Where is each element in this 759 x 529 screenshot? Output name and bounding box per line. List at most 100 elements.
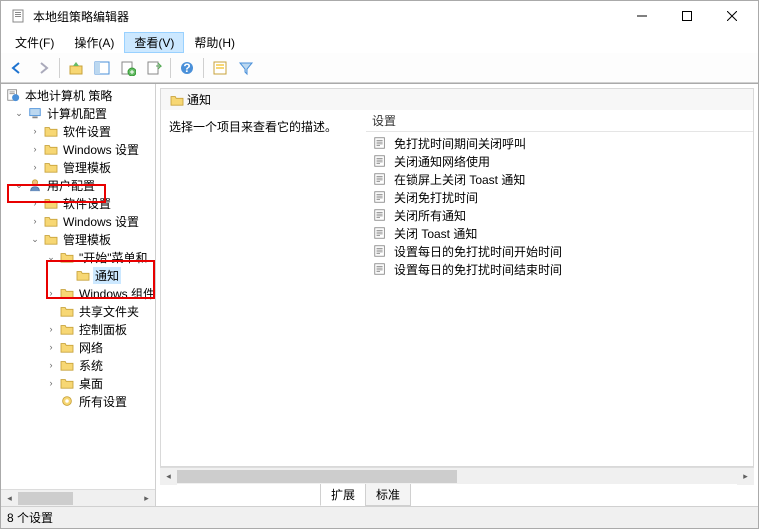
- list-item[interactable]: 免打扰时间期间关闭呼叫: [366, 134, 753, 152]
- tree-label: 软件设置: [61, 123, 113, 140]
- toolbar-separator: [59, 58, 60, 78]
- list-item-label: 免打扰时间期间关闭呼叫: [392, 135, 528, 152]
- options-button[interactable]: [208, 56, 232, 80]
- up-button[interactable]: [64, 56, 88, 80]
- list-item[interactable]: 关闭免打扰时间: [366, 188, 753, 206]
- tree-notifications[interactable]: 通知: [1, 266, 155, 284]
- list-item[interactable]: 关闭 Toast 通知: [366, 224, 753, 242]
- menu-file[interactable]: 文件(F): [5, 32, 64, 53]
- folder-icon: [59, 375, 75, 391]
- tree-control-panel[interactable]: › 控制面板: [1, 320, 155, 338]
- forward-button[interactable]: [31, 56, 55, 80]
- menu-action[interactable]: 操作(A): [64, 32, 124, 53]
- horizontal-scrollbar[interactable]: ◂ ▸: [160, 467, 754, 484]
- expand-icon[interactable]: ›: [29, 143, 41, 155]
- scroll-right-button[interactable]: ▸: [138, 490, 155, 506]
- list-body[interactable]: 免打扰时间期间关闭呼叫关闭通知网络使用在锁屏上关闭 Toast 通知关闭免打扰时…: [366, 132, 753, 466]
- list-item-label: 关闭通知网络使用: [392, 153, 492, 170]
- expand-icon[interactable]: ›: [29, 197, 41, 209]
- list-item-label: 关闭免打扰时间: [392, 189, 480, 206]
- tree-shared-folders[interactable]: 共享文件夹: [1, 302, 155, 320]
- policy-item-icon: [372, 225, 388, 241]
- tree-system[interactable]: › 系统: [1, 356, 155, 374]
- menu-help[interactable]: 帮助(H): [184, 32, 245, 53]
- scroll-thumb[interactable]: [177, 470, 457, 483]
- show-hide-tree-button[interactable]: [90, 56, 114, 80]
- scroll-left-button[interactable]: ◂: [160, 468, 177, 485]
- scroll-left-button[interactable]: ◂: [1, 490, 18, 506]
- tree-software-settings2[interactable]: › 软件设置: [1, 194, 155, 212]
- expand-icon[interactable]: ›: [45, 377, 57, 389]
- folder-icon: [59, 249, 75, 265]
- toolbar-separator: [170, 58, 171, 78]
- policy-root-icon: [5, 87, 21, 103]
- scroll-right-button[interactable]: ▸: [737, 468, 754, 485]
- export-button[interactable]: [142, 56, 166, 80]
- tree-label: 本地计算机 策略: [23, 87, 114, 104]
- policy-item-icon: [372, 207, 388, 223]
- expand-icon[interactable]: ›: [29, 125, 41, 137]
- tree-label: 桌面: [77, 375, 105, 392]
- menu-view[interactable]: 查看(V): [124, 32, 184, 53]
- tree-pane: 本地计算机 策略 ⌄ 计算机配置 › 软件设置 › Windows 设置 › 管…: [1, 84, 156, 506]
- tree-network[interactable]: › 网络: [1, 338, 155, 356]
- folder-icon: [43, 123, 59, 139]
- tree-view[interactable]: 本地计算机 策略 ⌄ 计算机配置 › 软件设置 › Windows 设置 › 管…: [1, 84, 155, 489]
- folder-icon: [59, 303, 75, 319]
- tree-label: "开始"菜单和: [77, 249, 150, 266]
- tab-standard[interactable]: 标准: [365, 484, 411, 506]
- tree-label: 系统: [77, 357, 105, 374]
- folder-icon: [43, 141, 59, 157]
- expand-icon[interactable]: ›: [29, 161, 41, 173]
- tree-start-menu[interactable]: ⌄ "开始"菜单和: [1, 248, 155, 266]
- policy-item-icon: [372, 189, 388, 205]
- tree-root[interactable]: 本地计算机 策略: [1, 86, 155, 104]
- horizontal-scrollbar[interactable]: ◂ ▸: [1, 489, 155, 506]
- window-title: 本地组策略编辑器: [33, 8, 619, 25]
- tree-label: 计算机配置: [45, 105, 109, 122]
- tree-admin-templates2[interactable]: ⌄ 管理模板: [1, 230, 155, 248]
- maximize-button[interactable]: [664, 2, 709, 30]
- tree-computer-config[interactable]: ⌄ 计算机配置: [1, 104, 155, 122]
- list-item[interactable]: 设置每日的免打扰时间结束时间: [366, 260, 753, 278]
- expand-icon[interactable]: ›: [29, 215, 41, 227]
- close-button[interactable]: [709, 2, 754, 30]
- folder-icon: [75, 267, 91, 283]
- tree-desktop[interactable]: › 桌面: [1, 374, 155, 392]
- minimize-button[interactable]: [619, 2, 664, 30]
- tree-windows-settings[interactable]: › Windows 设置: [1, 140, 155, 158]
- list-item[interactable]: 设置每日的免打扰时间开始时间: [366, 242, 753, 260]
- tree-windows-settings2[interactable]: › Windows 设置: [1, 212, 155, 230]
- expand-icon[interactable]: ›: [45, 359, 57, 371]
- collapse-icon[interactable]: ⌄: [13, 107, 25, 119]
- filter-button[interactable]: [234, 56, 258, 80]
- list-item[interactable]: 关闭通知网络使用: [366, 152, 753, 170]
- tree-label: Windows 设置: [61, 141, 141, 158]
- tree-label: Windows 组件: [77, 285, 155, 302]
- collapse-icon[interactable]: ⌄: [29, 233, 41, 245]
- tree-user-config[interactable]: ⌄ 用户配置: [1, 176, 155, 194]
- tree-admin-templates[interactable]: › 管理模板: [1, 158, 155, 176]
- computer-icon: [27, 105, 43, 121]
- tree-all-settings[interactable]: 所有设置: [1, 392, 155, 410]
- tree-windows-components[interactable]: › Windows 组件: [1, 284, 155, 302]
- tab-extended[interactable]: 扩展: [320, 484, 366, 506]
- expand-icon[interactable]: ›: [45, 341, 57, 353]
- toolbar: ?: [1, 53, 758, 83]
- properties-button[interactable]: [116, 56, 140, 80]
- help-button[interactable]: ?: [175, 56, 199, 80]
- folder-icon: [43, 213, 59, 229]
- column-header-setting[interactable]: 设置: [366, 110, 753, 132]
- details-header: 通知: [160, 88, 754, 110]
- expand-icon[interactable]: ›: [45, 287, 57, 299]
- collapse-icon[interactable]: ⌄: [13, 179, 25, 191]
- collapse-icon[interactable]: ⌄: [45, 251, 57, 263]
- user-icon: [27, 177, 43, 193]
- list-item[interactable]: 在锁屏上关闭 Toast 通知: [366, 170, 753, 188]
- back-button[interactable]: [5, 56, 29, 80]
- folder-icon: [43, 195, 59, 211]
- tree-software-settings[interactable]: › 软件设置: [1, 122, 155, 140]
- list-item[interactable]: 关闭所有通知: [366, 206, 753, 224]
- expand-icon[interactable]: ›: [45, 323, 57, 335]
- scroll-thumb[interactable]: [18, 492, 73, 505]
